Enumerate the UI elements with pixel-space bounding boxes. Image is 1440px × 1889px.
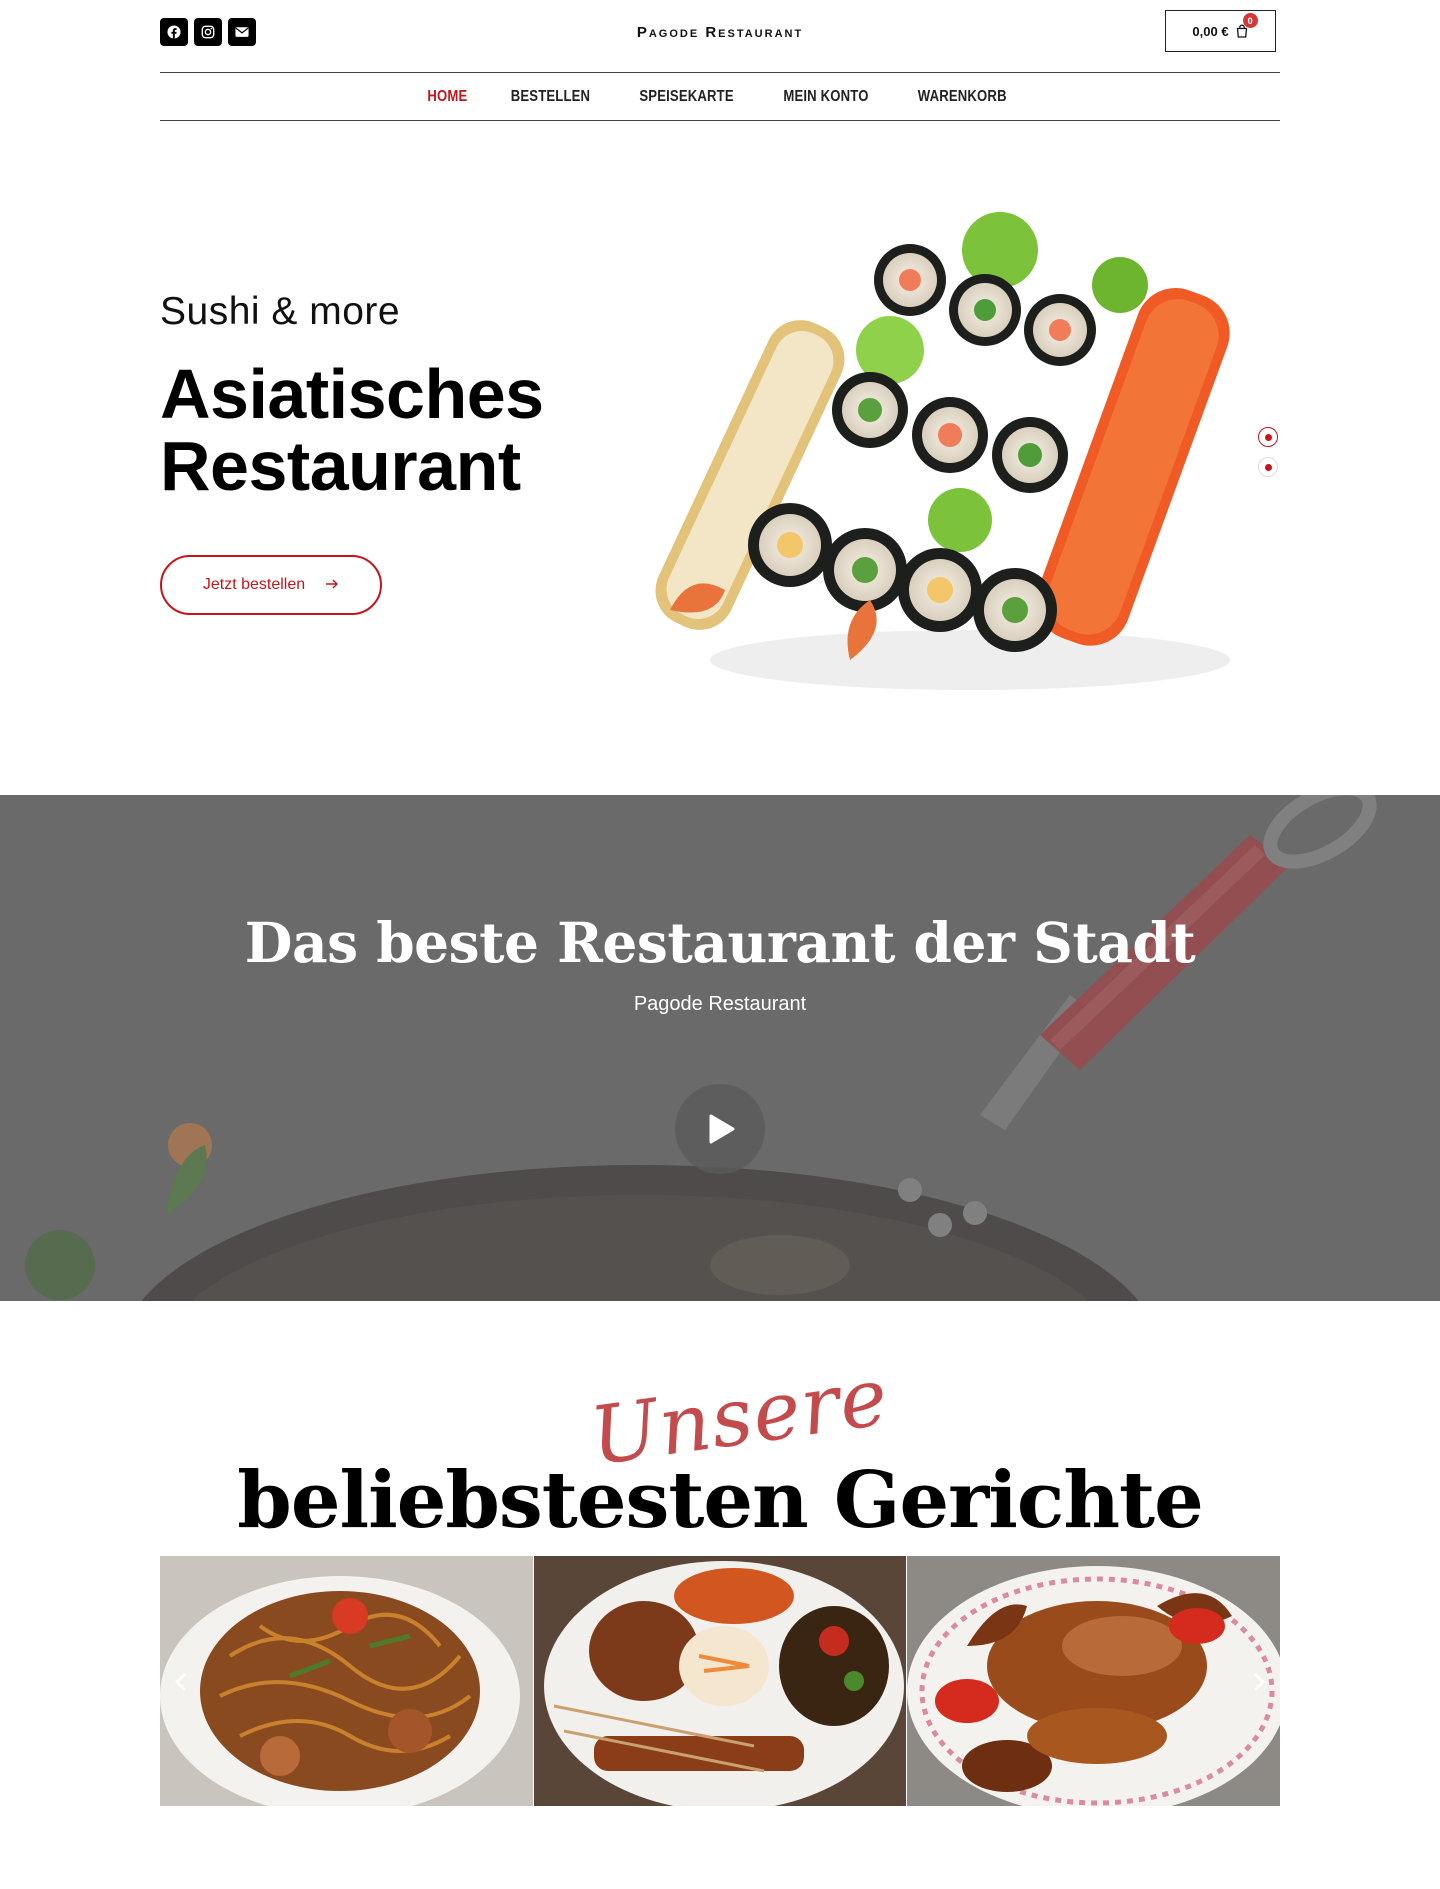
top-bar: Pagode Restaurant 0,00 € 0: [160, 10, 1280, 62]
nav-item-mein-konto[interactable]: MEIN KONTO: [784, 88, 869, 106]
wok-background-image: [0, 795, 1440, 1301]
dish-gallery: [160, 1556, 1281, 1806]
dish-image-mixed-plate[interactable]: [533, 1556, 907, 1806]
sushi-platter-image: [655, 212, 1230, 690]
video-section: Das beste Restaurant der Stadt Pagode Re…: [0, 795, 1440, 1301]
hero-title: Asiatisches Restaurant: [160, 358, 544, 502]
arrow-right-icon: [325, 576, 339, 594]
nav-divider-top: [160, 72, 1280, 73]
play-button[interactable]: [675, 1084, 765, 1174]
dish-image-noodles[interactable]: [160, 1556, 533, 1806]
slider-dot-1[interactable]: [1258, 427, 1278, 447]
hero-title-line2: Restaurant: [160, 427, 521, 505]
hero-slider-dots: [1258, 427, 1278, 477]
order-now-label: Jetzt bestellen: [202, 576, 306, 593]
order-now-button[interactable]: Jetzt bestellen: [160, 555, 382, 615]
shopping-bag-icon: 0: [1235, 13, 1258, 38]
hero-title-line1: Asiatisches: [160, 355, 544, 433]
site-brand[interactable]: Pagode Restaurant: [160, 24, 1280, 41]
dish-image-roast-duck[interactable]: [907, 1556, 1281, 1806]
cart-total: 0,00 €: [1192, 23, 1229, 39]
nav-item-home[interactable]: HOME: [428, 88, 468, 106]
nav-item-speisekarte[interactable]: SPEISEKARTE: [639, 88, 733, 106]
main-nav: HOME BESTELLEN SPEISEKARTE MEIN KONTO WA…: [160, 74, 1280, 120]
cart-button[interactable]: 0,00 € 0: [1165, 10, 1276, 52]
nav-item-bestellen[interactable]: BESTELLEN: [511, 88, 590, 106]
nav-divider-bottom: [160, 120, 1280, 121]
cart-count-badge: 0: [1242, 13, 1258, 28]
play-icon: [709, 1114, 735, 1144]
slider-dot-2[interactable]: [1258, 457, 1278, 477]
dishes-title: beliebstesten Gerichte: [237, 1455, 1203, 1546]
video-section-subtitle: Pagode Restaurant: [633, 993, 807, 1015]
hero-subtitle: Sushi & more: [160, 290, 401, 333]
nav-item-warenkorb[interactable]: WARENKORB: [918, 88, 1007, 106]
video-section-title: Das beste Restaurant der Stadt: [244, 910, 1196, 975]
